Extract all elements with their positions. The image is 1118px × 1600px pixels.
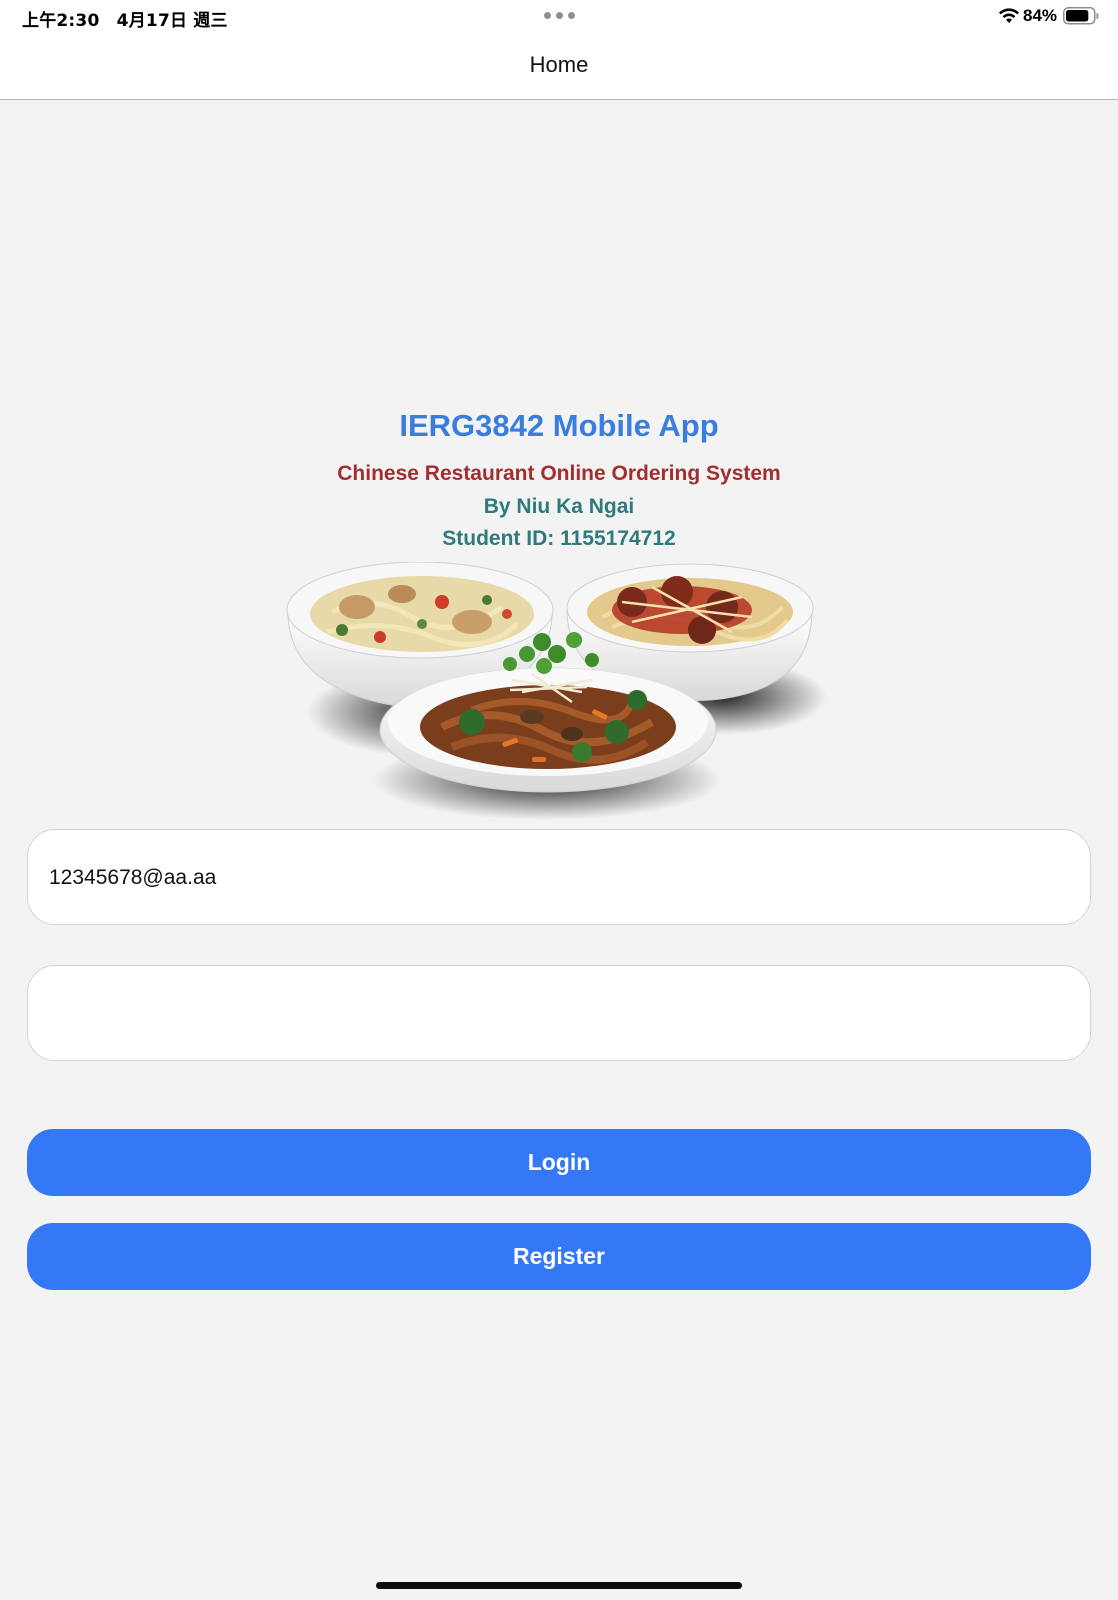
password-field[interactable] <box>27 965 1091 1061</box>
app-subtitle: Chinese Restaurant Online Ordering Syste… <box>337 462 781 485</box>
email-field-value[interactable]: 12345678@aa.aa <box>49 866 216 890</box>
navigation-bar: Home <box>0 34 1118 100</box>
app-author: By Niu Ka Ngai <box>483 495 635 518</box>
wifi-icon <box>999 8 1019 23</box>
screen: 上午2:30 4月17日 週三 84% Home IERG3842 Mobile… <box>0 0 1118 1600</box>
email-field[interactable]: 12345678@aa.aa <box>27 829 1091 925</box>
login-button[interactable]: Login <box>27 1129 1091 1196</box>
status-time: 上午2:30 4月17日 週三 <box>22 11 228 31</box>
nav-title: Home <box>529 52 589 77</box>
battery-icon <box>1063 7 1099 25</box>
home-indicator[interactable] <box>376 1582 742 1589</box>
app-title: IERG3842 Mobile App <box>399 408 719 443</box>
battery-percent: 84% <box>1023 6 1058 25</box>
multitasking-dots-icon[interactable] <box>544 12 576 20</box>
register-button[interactable]: Register <box>27 1223 1091 1290</box>
student-id: Student ID: 1155174712 <box>442 527 676 550</box>
status-bar: 上午2:30 4月17日 週三 84% <box>0 0 1118 34</box>
noodle-dishes-image <box>286 562 827 820</box>
